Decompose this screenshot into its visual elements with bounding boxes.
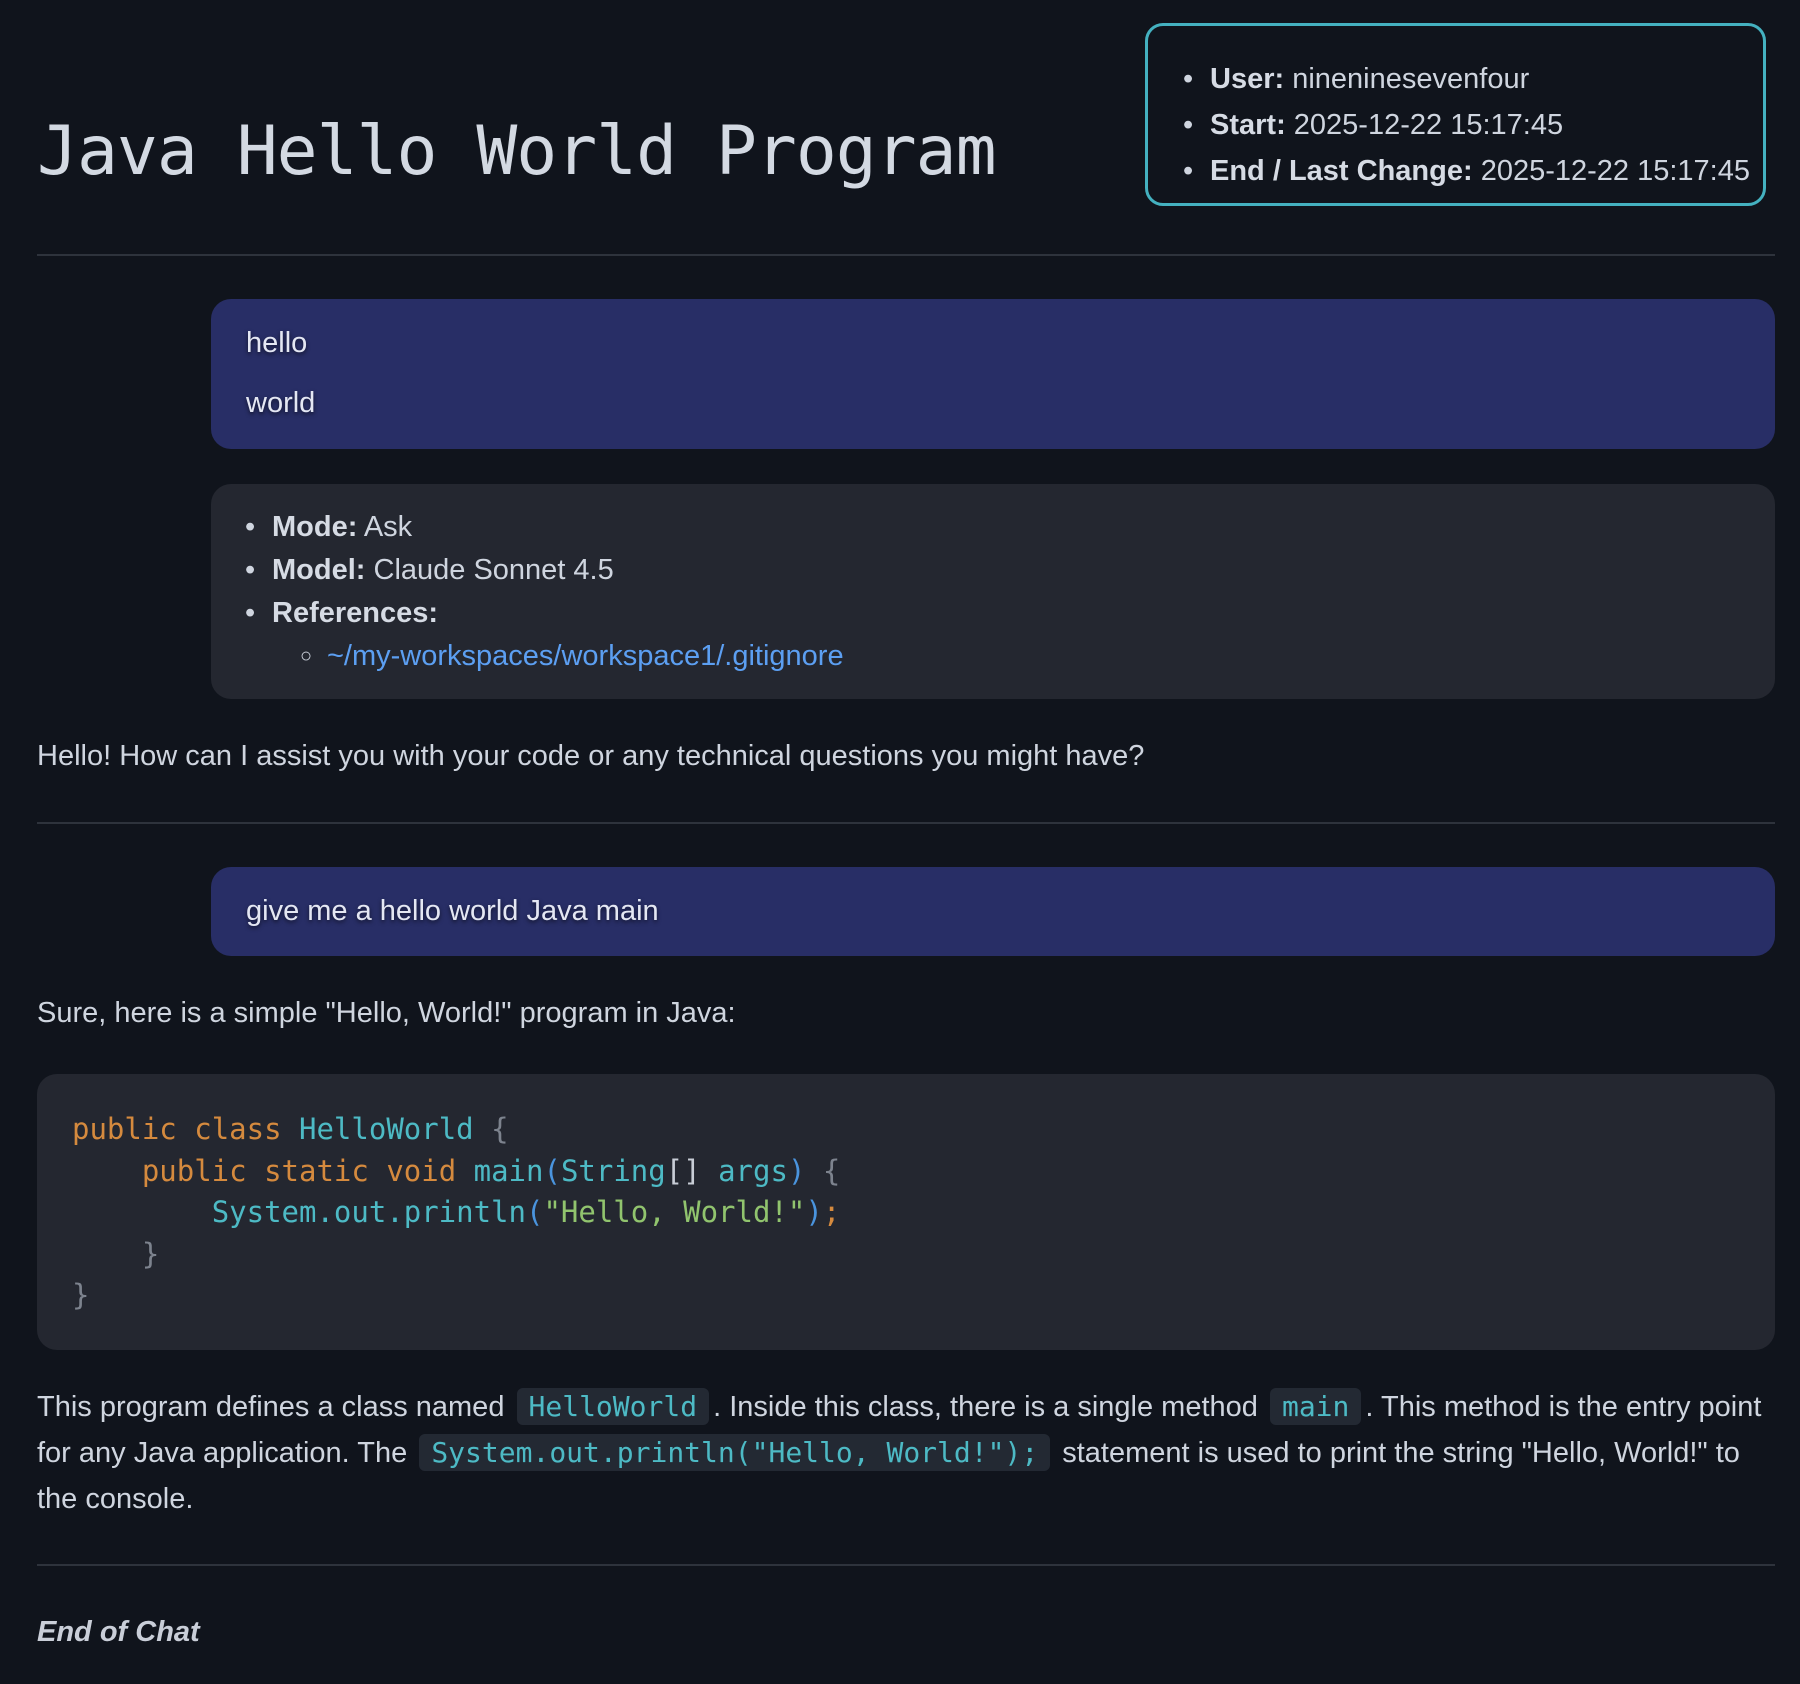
code-token: (	[543, 1153, 561, 1188]
code-token: )	[787, 1153, 806, 1188]
user-message-line: world	[246, 387, 316, 419]
code-token: class	[194, 1112, 282, 1146]
session-meta-list: User: nineninesevenfour Start: 2025-12-2…	[1183, 56, 1750, 194]
user-message: give me a hello world Java main	[211, 867, 1775, 956]
reference-link[interactable]: ~/my-workspaces/workspace1/.gitignore	[327, 640, 844, 672]
code-token: public	[141, 1153, 247, 1188]
info-model-value: Claude Sonnet 4.5	[373, 554, 614, 586]
assistant-reply: Hello! How can I assist you with your co…	[37, 740, 1145, 772]
assistant-explanation: This program defines a class named Hello…	[37, 1384, 1775, 1522]
code-token: {	[822, 1153, 841, 1188]
code-token: void	[386, 1153, 457, 1188]
info-mode-label: Mode:	[272, 511, 358, 543]
code-token: }	[72, 1278, 90, 1312]
code-block: public class HelloWorld { public static …	[37, 1074, 1775, 1350]
info-references-label: References:	[272, 597, 439, 629]
divider	[37, 1564, 1775, 1566]
inline-code: HelloWorld	[516, 1388, 710, 1425]
code-token: (	[525, 1195, 544, 1229]
info-references: References:	[245, 592, 844, 635]
session-meta-box: User: nineninesevenfour Start: 2025-12-2…	[1145, 23, 1766, 206]
java-code: public class HelloWorld { public static …	[72, 1109, 840, 1317]
meta-end: End / Last Change: 2025-12-22 15:17:45	[1183, 148, 1750, 194]
assistant-reply-intro: Sure, here is a simple "Hello, World!" p…	[37, 997, 736, 1029]
code-token: String	[560, 1153, 666, 1188]
code-token: System.out.println	[211, 1195, 526, 1229]
code-token: }	[141, 1236, 160, 1271]
user-message-line: give me a hello world Java main	[246, 895, 659, 927]
inline-code: main	[1269, 1388, 1362, 1425]
page-title: Java Hello World Program	[37, 112, 997, 191]
divider	[37, 822, 1775, 824]
meta-start-value: 2025-12-22 15:17:45	[1293, 109, 1564, 141]
divider	[37, 254, 1775, 256]
info-model-label: Model:	[272, 554, 366, 586]
reference-item: ~/my-workspaces/workspace1/.gitignore	[245, 635, 844, 678]
request-info-box: Mode: Ask Model: Claude Sonnet 4.5 Refer…	[211, 484, 1775, 699]
code-token: HelloWorld	[299, 1112, 474, 1146]
info-model: Model: Claude Sonnet 4.5	[245, 549, 844, 592]
user-message-line: hello	[246, 327, 308, 359]
code-token: static	[264, 1153, 369, 1188]
info-mode-value: Ask	[363, 511, 413, 543]
code-token: {	[491, 1112, 509, 1146]
explanation-text: This program defines a class named	[37, 1391, 513, 1423]
code-token: ;	[822, 1195, 841, 1229]
meta-user: User: nineninesevenfour	[1183, 56, 1750, 102]
meta-end-label: End / Last Change:	[1210, 155, 1473, 187]
code-token: "Hello, World!"	[543, 1195, 806, 1229]
code-token: )	[805, 1195, 823, 1229]
code-token: []	[665, 1153, 701, 1188]
code-token: public	[72, 1112, 177, 1146]
code-token: args	[718, 1153, 788, 1188]
meta-end-value: 2025-12-22 15:17:45	[1480, 155, 1750, 187]
meta-start-label: Start:	[1210, 109, 1286, 141]
code-token: main	[473, 1153, 544, 1188]
meta-start: Start: 2025-12-22 15:17:45	[1183, 102, 1750, 148]
explanation-text: . Inside this class, there is a single m…	[713, 1391, 1266, 1423]
user-message: hello world	[211, 299, 1775, 449]
end-of-chat: End of Chat	[37, 1616, 200, 1648]
request-info-list: Mode: Ask Model: Claude Sonnet 4.5 Refer…	[245, 506, 844, 678]
inline-code: System.out.println("Hello, World!");	[419, 1434, 1051, 1471]
info-mode: Mode: Ask	[245, 506, 844, 549]
meta-user-label: User:	[1210, 63, 1285, 95]
meta-user-value: nineninesevenfour	[1292, 63, 1530, 95]
